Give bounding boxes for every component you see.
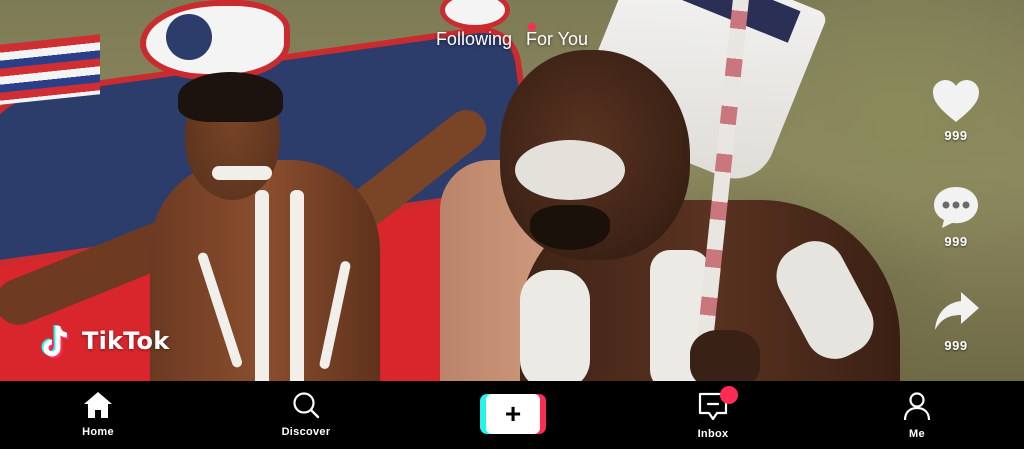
tab-following[interactable]: Following: [436, 29, 512, 50]
feed-tabs: Following For You: [0, 26, 1024, 52]
dancer-beard: [530, 205, 610, 250]
body-paint: [255, 190, 269, 381]
comment-icon: [934, 187, 978, 228]
create-button[interactable]: +: [480, 394, 546, 434]
body-paint: [290, 190, 304, 381]
tab-for-you[interactable]: For You: [526, 29, 588, 50]
brand-name: TikTok: [82, 327, 170, 355]
comment-button[interactable]: 999: [926, 184, 986, 249]
tiktok-watermark: TikTok: [40, 322, 169, 360]
home-icon: [84, 392, 112, 418]
body-paint: [520, 270, 590, 381]
nav-discover[interactable]: Discover: [251, 391, 361, 443]
face-paint: [212, 166, 272, 180]
nav-discover-label: Discover: [281, 426, 331, 438]
dancer-hair: [178, 72, 283, 122]
search-icon: [293, 392, 320, 419]
face-paint: [515, 140, 625, 200]
bottom-nav: Home Discover + Inbox Me: [0, 381, 1024, 449]
nav-me[interactable]: Me: [862, 391, 972, 443]
dancer-hand: [690, 330, 760, 381]
nav-inbox[interactable]: Inbox: [658, 391, 768, 443]
nav-inbox-label: Inbox: [697, 428, 729, 440]
share-count: 999: [944, 338, 968, 353]
nav-me-label: Me: [909, 428, 925, 440]
heart-icon: [933, 80, 979, 122]
tiktok-logo-icon: [41, 324, 70, 359]
nav-home-label: Home: [82, 426, 114, 438]
profile-icon: [903, 392, 931, 421]
live-indicator-dot: [528, 23, 536, 31]
create-icon: +: [486, 394, 540, 434]
comment-count: 999: [944, 234, 968, 249]
like-count: 999: [944, 128, 968, 143]
like-button[interactable]: 999: [926, 78, 986, 143]
share-button[interactable]: 999: [926, 288, 986, 353]
share-icon: [935, 292, 979, 330]
nav-home[interactable]: Home: [43, 391, 153, 443]
notification-badge: [720, 386, 738, 404]
